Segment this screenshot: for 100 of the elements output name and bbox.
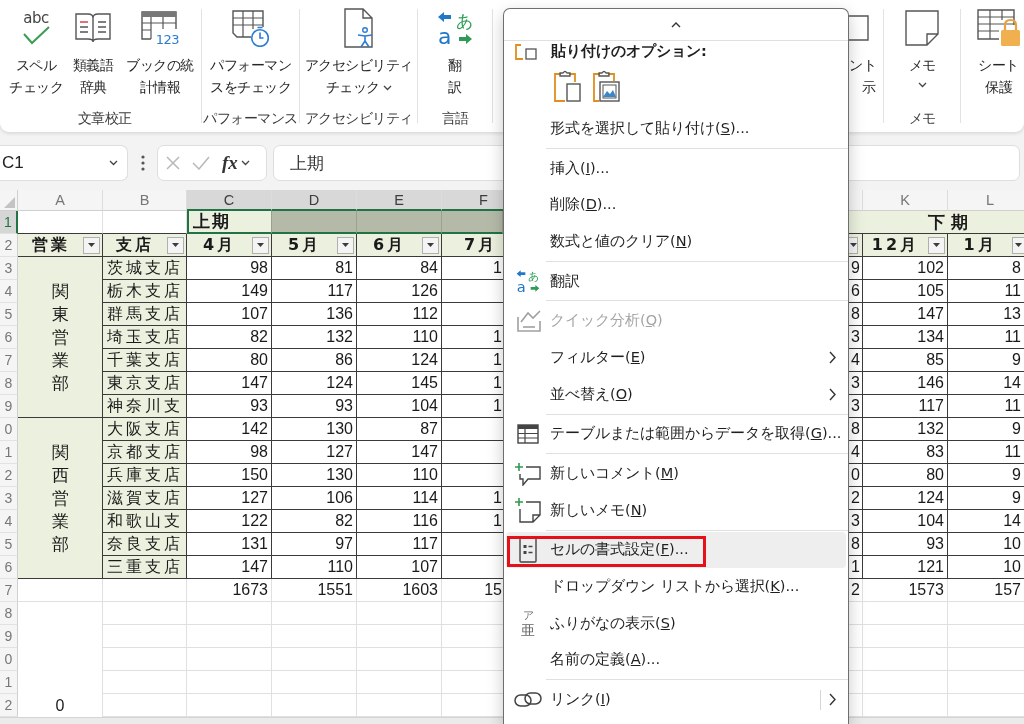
number-cell: 127	[272, 441, 357, 464]
number-cell: 112	[357, 303, 442, 326]
number-cell: 117	[863, 395, 948, 418]
branch-cell: 滋賀支店	[103, 487, 187, 510]
group-label: 文章校正	[76, 109, 133, 128]
number-cell: 107	[357, 556, 442, 579]
title-cell: 下期	[848, 211, 1024, 234]
number-cell: 14	[948, 510, 1024, 533]
branch-cell: 三重支店	[103, 556, 187, 579]
region-cell: 関東営業部	[18, 257, 103, 418]
branch-cell: 神奈川支	[103, 395, 187, 418]
number-cell: 98	[187, 441, 272, 464]
number-cell: 124	[357, 349, 442, 372]
branch-cell: 和歌山支	[103, 510, 187, 533]
number-cell: 85	[863, 349, 948, 372]
number-cell: 104	[863, 510, 948, 533]
number-cell: 145	[357, 372, 442, 395]
number-cell: 134	[863, 326, 948, 349]
branch-cell: 埼玉支店	[103, 326, 187, 349]
number-cell: 124	[863, 487, 948, 510]
number-cell: 84	[357, 257, 442, 280]
header-text: 営業	[30, 234, 71, 256]
number-cell: 11	[948, 441, 1024, 464]
number-cell: 93	[863, 533, 948, 556]
number-cell: 147	[187, 556, 272, 579]
group-label: メモ	[907, 109, 937, 128]
number-cell: 11	[948, 395, 1024, 418]
number-cell: 147	[357, 441, 442, 464]
number-cell: 127	[187, 487, 272, 510]
furigana-icon: ア 亜	[519, 609, 537, 638]
total-cell: 1573	[863, 579, 948, 602]
total-cell: 1673	[187, 579, 272, 602]
number-cell: 9	[948, 349, 1024, 372]
number-cell: 132	[863, 418, 948, 441]
number-cell: 105	[863, 280, 948, 303]
branch-cell: 栃木支店	[103, 280, 187, 303]
number-cell: 130	[272, 464, 357, 487]
header-text: 7月	[462, 234, 499, 256]
number-cell: 107	[187, 303, 272, 326]
number-cell: 9	[948, 464, 1024, 487]
number-cell: 106	[272, 487, 357, 510]
number-cell: 8	[948, 257, 1024, 280]
number-cell: 93	[272, 395, 357, 418]
header-text: 5月	[286, 234, 323, 256]
branch-cell: 茨城支店	[103, 257, 187, 280]
section-heading: 貼り付けのオプション:	[551, 42, 707, 61]
number-cell: 11	[948, 326, 1024, 349]
header-text: 6月	[371, 234, 408, 256]
number-cell: 80	[187, 349, 272, 372]
branch-cell: 京都支店	[103, 441, 187, 464]
branch-cell: 千葉支店	[103, 349, 187, 372]
number-cell: 149	[187, 280, 272, 303]
number-cell: 86	[272, 349, 357, 372]
branch-cell: 群馬支店	[103, 303, 187, 326]
total-cell: 1603	[357, 579, 442, 602]
number-cell: 142	[187, 418, 272, 441]
number-cell: 146	[863, 372, 948, 395]
number-cell: 126	[357, 280, 442, 303]
group-label: 言語	[440, 109, 470, 128]
number-cell: 87	[357, 418, 442, 441]
number-cell: 116	[357, 510, 442, 533]
number-cell: 102	[863, 257, 948, 280]
number-cell: 97	[272, 533, 357, 556]
branch-cell: 兵庫支店	[103, 464, 187, 487]
number-cell: 10	[948, 556, 1024, 579]
number-cell: 147	[863, 303, 948, 326]
number-cell: 80	[863, 464, 948, 487]
branch-cell: 大阪支店	[103, 418, 187, 441]
header-text: 支店	[115, 234, 155, 256]
branch-cell: 東京支店	[103, 372, 187, 395]
header-text: 1月	[962, 234, 998, 256]
total-cell: 1551	[272, 579, 357, 602]
number-cell: 122	[187, 510, 272, 533]
number-cell: 130	[272, 418, 357, 441]
number-cell: 83	[863, 441, 948, 464]
number-cell: 13	[948, 303, 1024, 326]
number-cell: 117	[357, 533, 442, 556]
region-cell: 関西営業部	[18, 418, 103, 579]
group-label: アクセシビリティ	[303, 109, 414, 128]
number-cell: 110	[357, 326, 442, 349]
number-cell: 117	[272, 280, 357, 303]
number-cell: 82	[187, 326, 272, 349]
number-cell: 82	[272, 510, 357, 533]
number-cell: 104	[357, 395, 442, 418]
number-cell: 81	[272, 257, 357, 280]
branch-cell: 奈良支店	[103, 533, 187, 556]
title-cell: 上期	[187, 211, 272, 234]
number-cell: 121	[863, 556, 948, 579]
number-cell: 147	[187, 372, 272, 395]
number-cell: 114	[357, 487, 442, 510]
number-cell: 110	[357, 464, 442, 487]
number-cell: 136	[272, 303, 357, 326]
number-cell: 93	[187, 395, 272, 418]
number-cell: 98	[187, 257, 272, 280]
number-cell: 132	[272, 326, 357, 349]
number-cell: 131	[187, 533, 272, 556]
number-cell: 150	[187, 464, 272, 487]
header-text: 4月	[201, 234, 238, 256]
number-cell: 124	[272, 372, 357, 395]
number-cell: 10	[948, 533, 1024, 556]
